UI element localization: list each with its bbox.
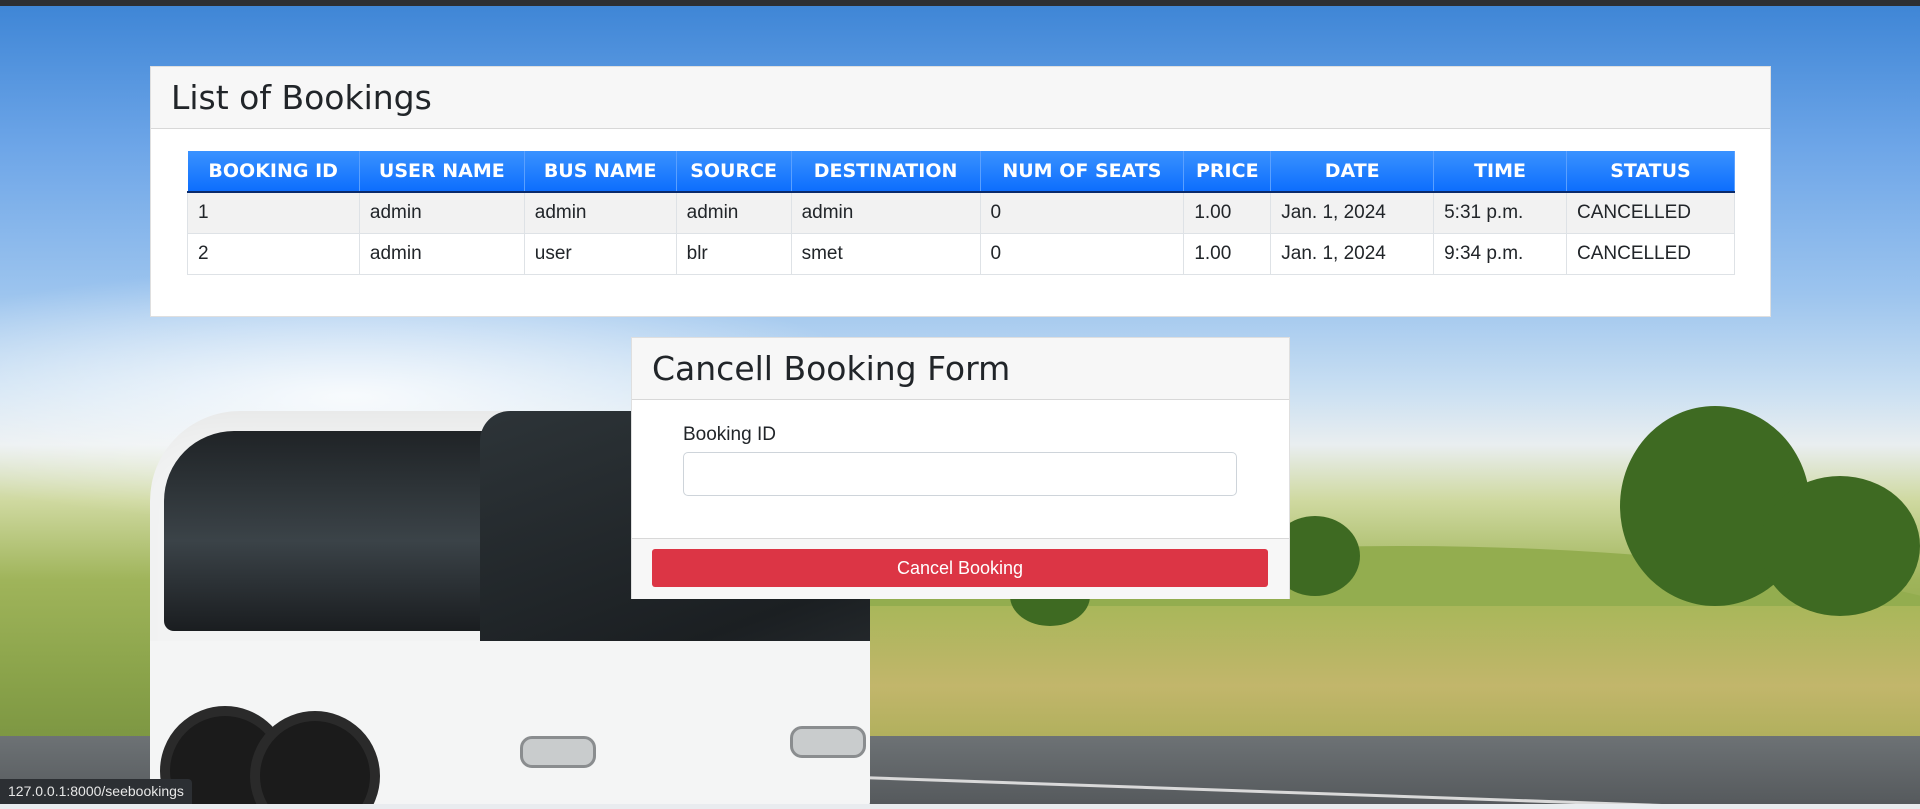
cancel-form-title: Cancell Booking Form [652, 349, 1011, 388]
column-header-bus-name: BUS NAME [524, 151, 677, 193]
cell-booking-id: 2 [187, 233, 360, 275]
column-header-status: STATUS [1566, 151, 1736, 193]
booking-id-label: Booking ID [683, 424, 776, 445]
column-header-num-of-seats: NUM OF SEATS [980, 151, 1185, 193]
cell-num-of-seats: 0 [979, 191, 1185, 234]
column-header-source: SOURCE [676, 151, 792, 193]
cancel-card-header: Cancell Booking Form [632, 338, 1289, 400]
bus-headlight [520, 736, 596, 768]
table-header-row: BOOKING ID USER NAME BUS NAME SOURCE DES… [187, 151, 1736, 193]
cancel-form-body: Booking ID [632, 400, 1289, 538]
cell-destination: smet [790, 233, 981, 275]
cell-booking-id: 1 [187, 191, 360, 234]
cancel-booking-button[interactable]: Cancel Booking [652, 549, 1268, 587]
cancel-booking-card: Cancell Booking Form Booking ID Cancel B… [631, 337, 1290, 599]
cell-time: 9:34 p.m. [1433, 233, 1567, 275]
tree [1760, 476, 1920, 616]
cell-price: 1.00 [1183, 191, 1272, 234]
bus-headlight [790, 726, 866, 758]
cell-bus-name: user [523, 233, 677, 275]
booking-id-input[interactable] [683, 452, 1237, 496]
bookings-table: BOOKING ID USER NAME BUS NAME SOURCE DES… [187, 151, 1736, 275]
cell-num-of-seats: 0 [979, 233, 1185, 275]
column-header-price: PRICE [1183, 151, 1272, 193]
cell-price: 1.00 [1183, 233, 1272, 275]
cell-bus-name: admin [523, 191, 677, 234]
bookings-title: List of Bookings [171, 78, 432, 117]
bottom-strip [0, 804, 1920, 809]
cell-user-name: admin [358, 233, 525, 275]
table-row: 2 admin user blr smet 0 1.00 Jan. 1, 202… [187, 233, 1736, 275]
cell-time: 5:31 p.m. [1433, 191, 1567, 234]
cell-user-name: admin [358, 191, 525, 234]
column-header-time: TIME [1433, 151, 1567, 193]
column-header-date: DATE [1270, 151, 1435, 193]
cell-date: Jan. 1, 2024 [1270, 191, 1435, 234]
cancel-card-footer: Cancel Booking [632, 538, 1289, 599]
cell-destination: admin [790, 191, 981, 234]
column-header-user-name: USER NAME [359, 151, 525, 193]
bus-windows [164, 431, 524, 631]
cell-status: CANCELLED [1565, 191, 1736, 234]
link-status-url: 127.0.0.1:8000/seebookings [0, 779, 192, 804]
bookings-card: List of Bookings BOOKING ID USER NAME BU… [150, 66, 1771, 317]
bookings-card-header: List of Bookings [151, 67, 1770, 129]
column-header-destination: DESTINATION [791, 151, 981, 193]
table-row: 1 admin admin admin admin 0 1.00 Jan. 1,… [187, 191, 1736, 234]
cell-status: CANCELLED [1565, 233, 1736, 275]
cell-source: blr [675, 233, 792, 275]
column-header-booking-id: BOOKING ID [187, 151, 360, 193]
cell-date: Jan. 1, 2024 [1270, 233, 1435, 275]
cell-source: admin [675, 191, 792, 234]
